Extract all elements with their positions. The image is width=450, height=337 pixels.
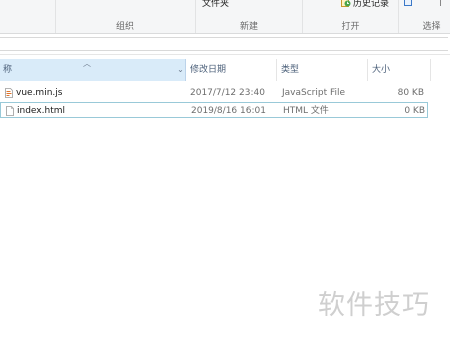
file-type: HTML 文件 — [283, 106, 329, 116]
ribbon-divider — [440, 0, 441, 6]
column-header: 称 ︿ ⌄ 修改日期 类型 大小 — [0, 59, 450, 81]
history-label: 历史记录 — [353, 0, 390, 9]
history-button[interactable]: 历史记录 — [341, 0, 390, 9]
address-bar-area — [0, 34, 450, 55]
file-size: 80 KB — [397, 88, 424, 98]
column-header-size-label: 大小 — [372, 65, 391, 75]
column-header-type[interactable]: 类型 — [278, 59, 368, 81]
column-header-type-label: 类型 — [281, 65, 300, 75]
column-header-date[interactable]: 修改日期 — [187, 59, 277, 81]
file-name: vue.min.js — [16, 88, 63, 98]
ribbon: 文件夹 历史记录 组织 新建 打开 选择 — [0, 0, 450, 34]
watermark-text: 软件技巧 — [318, 290, 430, 321]
file-type: JavaScript File — [282, 88, 346, 98]
file-date: 2017/7/12 23:40 — [190, 88, 265, 98]
group-label-new: 新建 — [239, 22, 258, 32]
file-date: 2019/8/16 16:01 — [191, 106, 266, 116]
chevron-down-icon[interactable]: ⌄ — [175, 59, 186, 81]
file-size: 0 KB — [404, 106, 425, 116]
column-header-size[interactable]: 大小 — [369, 59, 431, 81]
group-label-organize: 组织 — [115, 22, 134, 32]
column-header-name[interactable]: 称 ︿ ⌄ — [0, 59, 186, 81]
new-folder-button-label[interactable]: 文件夹 — [202, 0, 229, 9]
file-name-cell: vue.min.js — [5, 85, 62, 101]
html-file-icon — [6, 106, 14, 116]
file-row[interactable]: index.html 2019/8/16 16:01 HTML 文件 0 KB — [0, 102, 428, 118]
column-header-date-label: 修改日期 — [190, 65, 227, 75]
column-header-name-label: 称 — [3, 65, 13, 75]
js-file-icon — [5, 88, 13, 98]
history-icon — [341, 0, 351, 7]
group-label-select: 选择 — [422, 22, 441, 32]
file-row[interactable]: vue.min.js 2017/7/12 23:40 JavaScript Fi… — [0, 85, 428, 101]
address-bar[interactable] — [0, 37, 448, 51]
select-checkbox-icon[interactable] — [404, 0, 412, 6]
sort-ascending-icon: ︿ — [83, 59, 91, 68]
group-label-open: 打开 — [341, 22, 360, 32]
file-name-cell: index.html — [6, 103, 65, 119]
file-name: index.html — [17, 106, 65, 116]
